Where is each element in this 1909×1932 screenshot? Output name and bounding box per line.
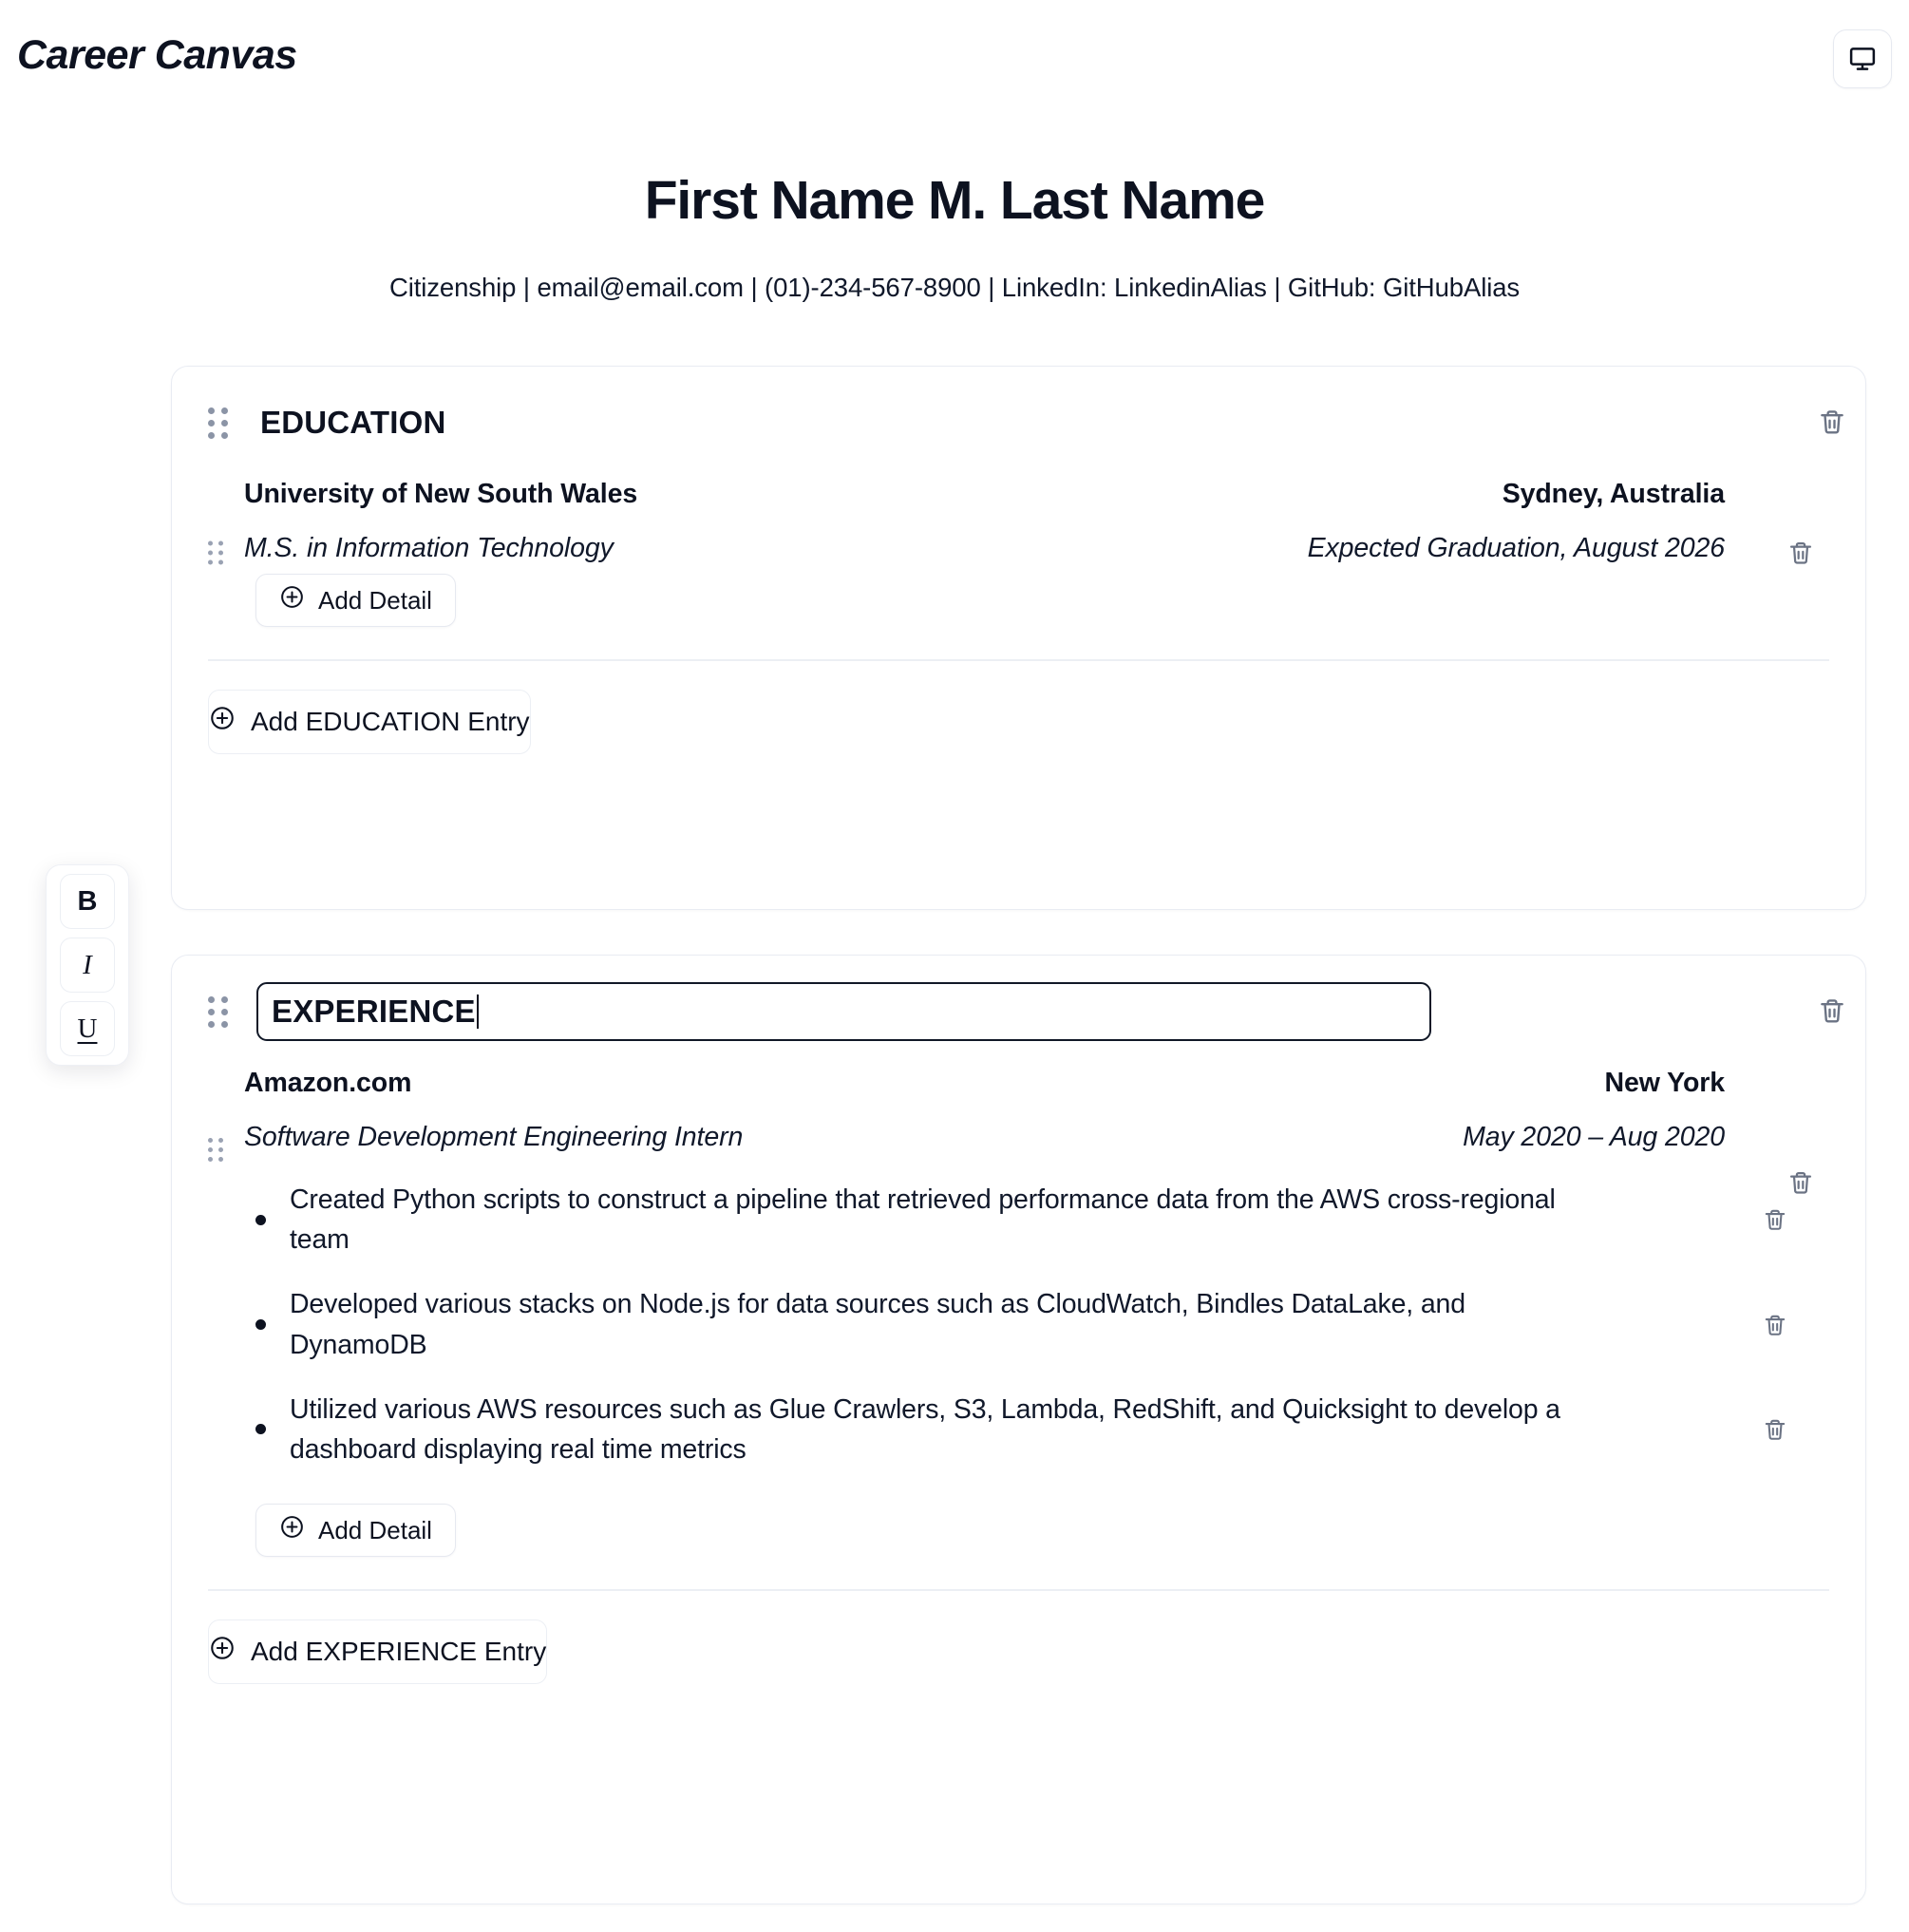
add-education-entry-button[interactable]: Add EDUCATION Entry [208, 689, 531, 754]
delete-bullet-button[interactable] [1763, 1207, 1787, 1232]
entry-row-secondary: Software Development Engineering Intern … [244, 1122, 1829, 1153]
delete-bullet-button[interactable] [1763, 1313, 1787, 1337]
entry-organization[interactable]: University of New South Wales [244, 479, 637, 510]
delete-section-button[interactable] [1818, 996, 1846, 1025]
drag-handle-icon[interactable] [208, 407, 228, 439]
education-entry: University of New South Wales Sydney, Au… [208, 479, 1829, 627]
entry-row-primary: University of New South Wales Sydney, Au… [244, 479, 1829, 510]
plus-circle-icon [209, 705, 236, 738]
section-title-input-experience[interactable]: EXPERIENCE [256, 982, 1431, 1041]
trash-icon [1763, 1315, 1787, 1340]
add-entry-label: Add EXPERIENCE Entry [251, 1636, 547, 1666]
text-cursor [476, 994, 479, 1029]
add-experience-entry-button[interactable]: Add EXPERIENCE Entry [208, 1619, 548, 1684]
entry-location[interactable]: New York [1605, 1068, 1726, 1099]
drag-handle-icon[interactable] [208, 995, 228, 1028]
entry-organization[interactable]: Amazon.com [244, 1068, 411, 1099]
plus-circle-icon [279, 1514, 305, 1546]
bullet-text[interactable]: Developed various stacks on Node.js for … [290, 1284, 1581, 1364]
preview-toggle-button[interactable] [1833, 29, 1892, 88]
underline-button[interactable]: U [60, 1001, 115, 1056]
bullet-dot-icon [255, 1424, 266, 1435]
bold-button[interactable]: B [60, 874, 115, 929]
add-detail-label: Add Detail [318, 1515, 432, 1544]
monitor-icon [1848, 45, 1877, 73]
entry-dates[interactable]: Expected Graduation, August 2026 [1308, 533, 1725, 564]
app-root: Career Canvas First Name M. Last Name Ci… [0, 0, 1909, 1932]
trash-icon [1818, 410, 1846, 439]
text-format-toolbar: B I U [46, 864, 129, 1066]
section-divider [208, 659, 1829, 661]
drag-handle-icon[interactable] [208, 540, 223, 565]
delete-entry-button[interactable] [1787, 540, 1814, 566]
section-title-value: EXPERIENCE [272, 994, 476, 1029]
plus-circle-icon [279, 584, 305, 616]
add-detail-label: Add Detail [318, 585, 432, 615]
app-logo: Career Canvas [17, 32, 297, 78]
add-detail-button[interactable]: Add Detail [255, 574, 456, 627]
add-entry-label: Add EDUCATION Entry [251, 706, 530, 736]
resume-contact-line[interactable]: Citizenship | email@email.com | (01)-234… [0, 273, 1909, 303]
entry-bullet-list: Created Python scripts to construct a pi… [244, 1180, 1829, 1469]
section-card-education: EDUCATION University of New South Wales … [171, 366, 1866, 910]
experience-entry: Amazon.com New York Software Development… [208, 1068, 1829, 1558]
trash-icon [1763, 1419, 1787, 1445]
plus-circle-icon [209, 1635, 236, 1668]
entry-dates[interactable]: May 2020 – Aug 2020 [1463, 1122, 1725, 1153]
bullet-item: Developed various stacks on Node.js for … [244, 1284, 1829, 1364]
bullet-item: Utilized various AWS resources such as G… [244, 1390, 1829, 1469]
delete-section-button[interactable] [1818, 407, 1846, 436]
entry-row-primary: Amazon.com New York [244, 1068, 1829, 1099]
resume-name[interactable]: First Name M. Last Name [0, 169, 1909, 232]
trash-icon [1763, 1209, 1787, 1235]
bullet-text[interactable]: Utilized various AWS resources such as G… [290, 1390, 1581, 1469]
bullet-item: Created Python scripts to construct a pi… [244, 1180, 1829, 1260]
drag-handle-icon[interactable] [208, 1138, 223, 1162]
entry-role[interactable]: Software Development Engineering Intern [244, 1122, 743, 1153]
section-header-experience: EXPERIENCE [172, 956, 1865, 1068]
italic-button[interactable]: I [60, 938, 115, 993]
section-card-experience: EXPERIENCE Amazon.com New York Software … [171, 955, 1866, 1904]
entry-location[interactable]: Sydney, Australia [1503, 479, 1725, 510]
bullet-dot-icon [255, 1319, 266, 1331]
top-bar: Career Canvas [0, 0, 1909, 122]
bullet-text[interactable]: Created Python scripts to construct a pi… [290, 1180, 1581, 1260]
trash-icon [1818, 999, 1846, 1028]
entry-role[interactable]: M.S. in Information Technology [244, 533, 614, 564]
delete-bullet-button[interactable] [1763, 1417, 1787, 1442]
section-title-education[interactable]: EDUCATION [260, 405, 446, 441]
bullet-dot-icon [255, 1214, 266, 1225]
trash-icon [1787, 541, 1814, 569]
section-header-education: EDUCATION [172, 367, 1865, 479]
entry-row-secondary: M.S. in Information Technology Expected … [244, 533, 1829, 564]
add-detail-button[interactable]: Add Detail [255, 1504, 456, 1558]
section-divider [208, 1589, 1829, 1591]
